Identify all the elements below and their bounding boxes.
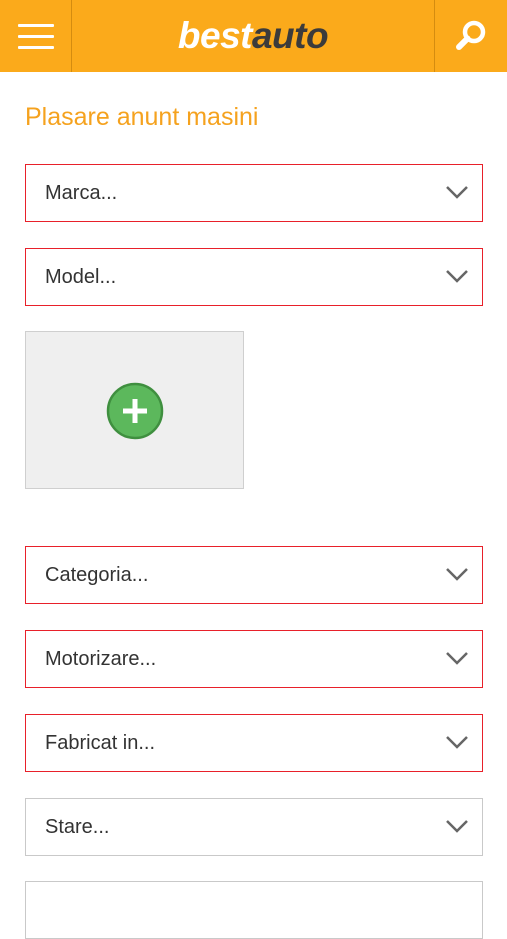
chevron-down-icon (446, 820, 468, 833)
next-select-partial[interactable] (25, 881, 483, 939)
categoria-select[interactable]: Categoria... (25, 546, 483, 604)
stare-select[interactable]: Stare... (25, 798, 483, 856)
hamburger-menu-icon-bar (17, 45, 54, 49)
page-title: Plasare anunt masini (25, 103, 259, 131)
fabricat-in-select-label: Fabricat in... (45, 732, 156, 754)
chevron-down-icon (446, 652, 468, 665)
hamburger-menu-icon-bar (17, 34, 54, 38)
plus-circle-icon[interactable] (106, 382, 164, 440)
motorizare-select[interactable]: Motorizare... (25, 630, 483, 688)
top-app-bar: best auto (0, 0, 507, 72)
search-button[interactable] (434, 0, 507, 72)
model-select[interactable]: Model... (25, 248, 483, 306)
hamburger-menu-icon (17, 23, 54, 27)
logo-best-text: best (177, 15, 253, 56)
menu-button[interactable] (0, 0, 72, 72)
search-icon (456, 20, 486, 50)
add-photo-area[interactable] (25, 331, 244, 489)
marca-select[interactable]: Marca... (25, 164, 483, 222)
fabricat-in-select[interactable]: Fabricat in... (25, 714, 483, 772)
logo-auto-text: auto (251, 15, 329, 56)
chevron-down-icon (446, 186, 468, 199)
model-select-label: Model... (45, 266, 117, 288)
marca-select-label: Marca... (45, 182, 118, 204)
categoria-select-label: Categoria... (45, 564, 149, 586)
chevron-down-icon (446, 568, 468, 581)
chevron-down-icon (446, 736, 468, 749)
chevron-down-icon (446, 270, 468, 283)
motorizare-select-label: Motorizare... (45, 648, 157, 670)
stare-select-label: Stare... (45, 816, 110, 838)
bestauto-logo[interactable]: best auto (72, 0, 434, 72)
